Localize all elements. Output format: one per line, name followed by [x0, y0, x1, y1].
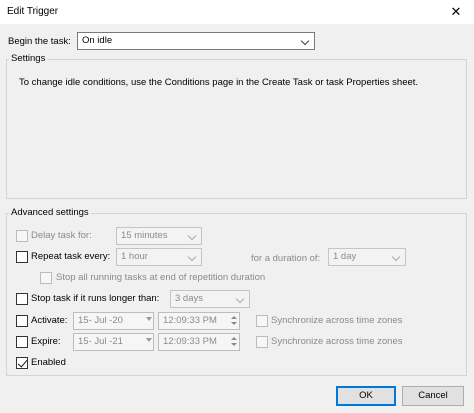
delay-task-checkbox[interactable]: [16, 230, 28, 242]
chevron-down-icon: [188, 228, 198, 244]
delay-task-value: 15 minutes: [121, 230, 168, 241]
chevron-down-icon: [392, 249, 402, 265]
repeat-task-value: 1 hour: [121, 251, 148, 262]
begin-task-dropdown[interactable]: On idle: [77, 32, 315, 50]
activate-sync-label: Synchronize across time zones: [271, 315, 403, 326]
spinner-icon[interactable]: [229, 335, 238, 349]
activate-time-value: 12:09:33 PM: [163, 315, 217, 326]
delay-task-label: Delay task for:: [31, 230, 92, 241]
duration-label: for a duration of:: [251, 253, 321, 264]
stop-task-checkbox[interactable]: [16, 293, 28, 305]
repeat-task-label: Repeat task every:: [31, 251, 111, 262]
activate-date-picker[interactable]: 15- Jul -20: [73, 312, 154, 330]
duration-dropdown[interactable]: 1 day: [328, 248, 406, 266]
expire-time-value: 12:09:33 PM: [163, 336, 217, 347]
cancel-button[interactable]: Cancel: [402, 386, 464, 406]
enabled-label: Enabled: [31, 357, 66, 368]
chevron-down-icon: [188, 249, 198, 265]
close-icon[interactable]: ✕: [444, 3, 468, 21]
chevron-down-icon: [301, 33, 311, 49]
stop-task-value: 3 days: [175, 293, 203, 304]
activate-time-field[interactable]: 12:09:33 PM: [158, 312, 240, 330]
enabled-checkbox[interactable]: [16, 357, 28, 369]
duration-value: 1 day: [333, 251, 357, 262]
spinner-icon[interactable]: [229, 314, 238, 328]
calendar-icon: [146, 338, 152, 342]
activate-sync-checkbox[interactable]: [256, 315, 268, 327]
stop-all-label: Stop all running tasks at end of repetit…: [56, 272, 266, 283]
stop-task-label: Stop task if it runs longer than:: [31, 293, 160, 304]
stop-task-dropdown[interactable]: 3 days: [170, 290, 250, 308]
activate-checkbox[interactable]: [16, 315, 28, 327]
window-title: Edit Trigger: [7, 6, 59, 17]
activate-date-value: 15- Jul -20: [78, 315, 123, 326]
expire-checkbox[interactable]: [16, 336, 28, 348]
begin-task-label: Begin the task:: [8, 36, 71, 47]
title-bar: [0, 0, 474, 24]
activate-label: Activate:: [31, 315, 68, 326]
expire-sync-label: Synchronize across time zones: [271, 336, 403, 347]
repeat-task-dropdown[interactable]: 1 hour: [116, 248, 202, 266]
expire-label: Expire:: [31, 336, 61, 347]
settings-legend: Settings: [9, 53, 48, 65]
stop-all-checkbox[interactable]: [40, 272, 52, 284]
delay-task-dropdown[interactable]: 15 minutes: [116, 227, 202, 245]
expire-date-value: 15- Jul -21: [78, 336, 123, 347]
ok-button[interactable]: OK: [336, 386, 396, 406]
repeat-task-checkbox[interactable]: [16, 251, 28, 263]
chevron-down-icon: [236, 291, 246, 307]
calendar-icon: [146, 317, 152, 321]
begin-task-value: On idle: [82, 35, 113, 46]
advanced-settings-legend: Advanced settings: [9, 207, 91, 219]
expire-sync-checkbox[interactable]: [256, 336, 268, 348]
expire-date-picker[interactable]: 15- Jul -21: [73, 333, 154, 351]
expire-time-field[interactable]: 12:09:33 PM: [158, 333, 240, 351]
settings-message: To change idle conditions, use the Condi…: [19, 77, 419, 88]
